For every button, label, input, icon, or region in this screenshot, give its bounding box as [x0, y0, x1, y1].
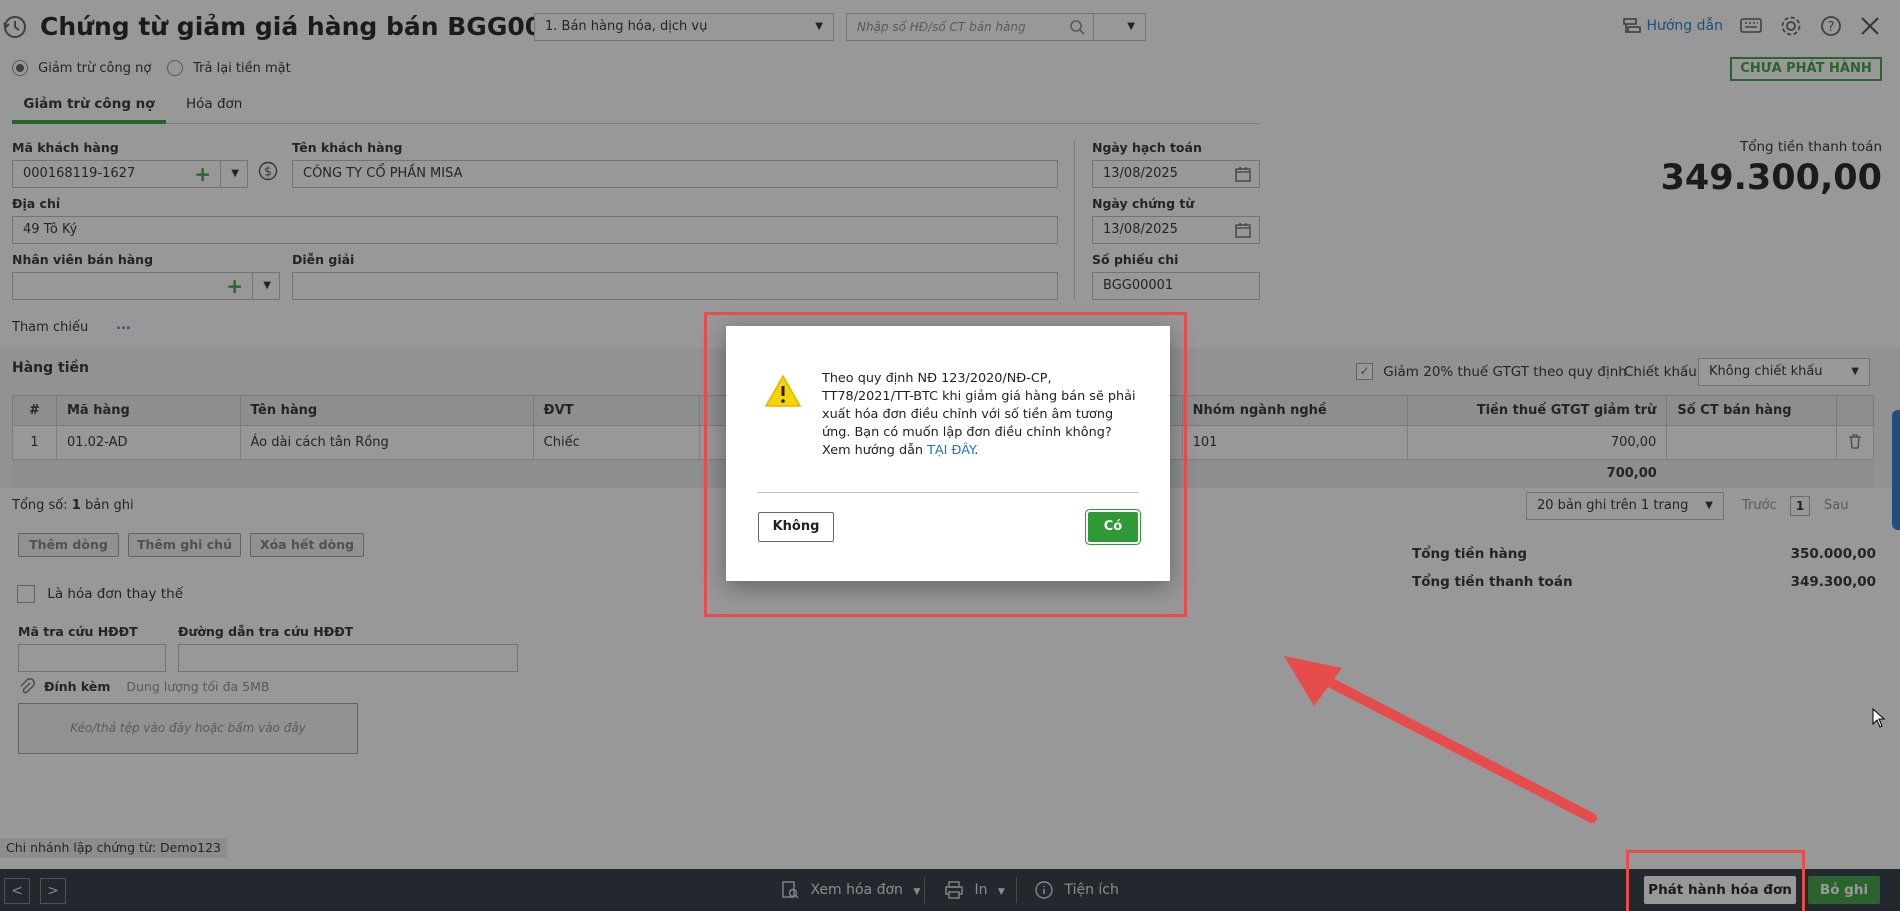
dialog-highlight-box — [704, 312, 1187, 617]
publish-highlight-box — [1626, 850, 1805, 911]
mouse-cursor-icon — [1872, 707, 1886, 732]
annotation-arrow — [1270, 650, 1610, 834]
